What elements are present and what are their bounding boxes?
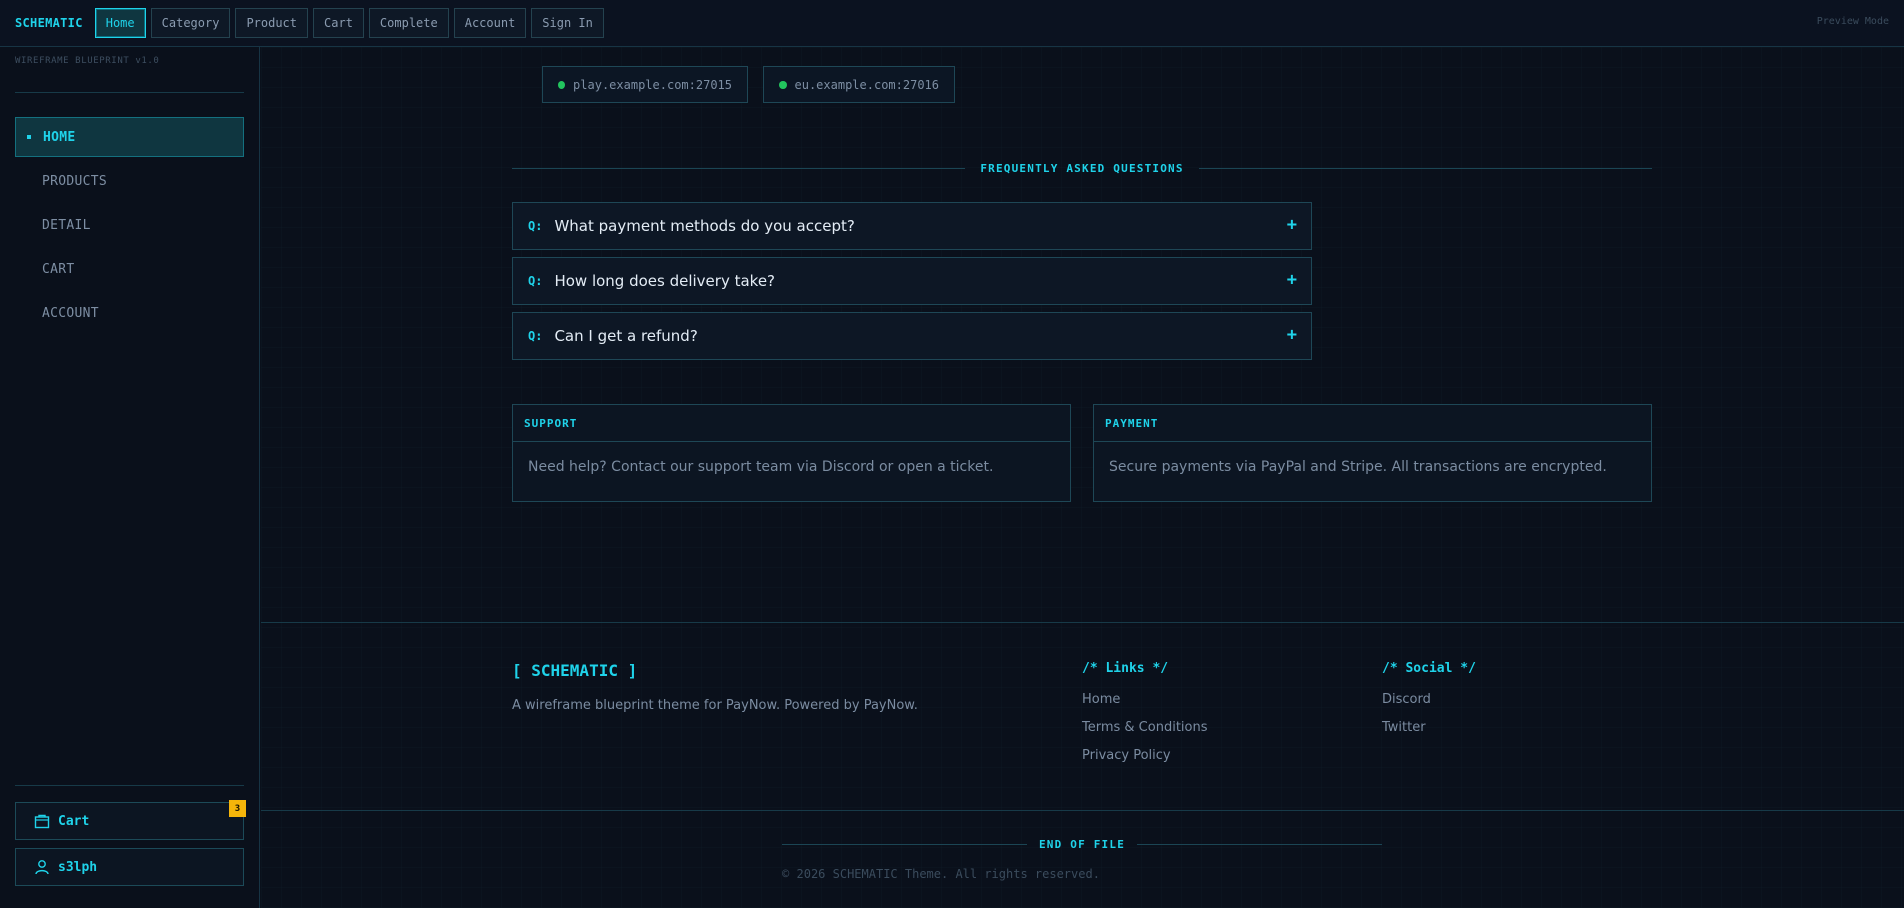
card-body: Need help? Contact our support team via … xyxy=(528,459,994,475)
card-title: PAYMENT xyxy=(1094,405,1651,442)
faq-heading: FREQUENTLY ASKED QUESTIONS xyxy=(980,161,1184,175)
faq-item[interactable]: Q: Can I get a refund? + xyxy=(512,312,1312,360)
user-icon xyxy=(35,860,49,875)
sidebar-item-label: DETAIL xyxy=(42,217,91,233)
server-address-chip[interactable]: eu.example.com:27016 xyxy=(763,66,955,103)
sidebar-item-label: HOME xyxy=(43,129,76,145)
preview-mode-label: Preview Mode xyxy=(1816,16,1889,27)
tab-account[interactable]: Account xyxy=(453,8,527,38)
expand-plus-icon: + xyxy=(1286,215,1297,235)
sidebar: WIREFRAME BLUEPRINT v1.0 HOME PRODUCTS D… xyxy=(0,47,260,908)
sidebar-divider xyxy=(15,92,244,93)
cart-label: Cart xyxy=(58,813,90,829)
username-label: s3lph xyxy=(58,859,98,875)
footer-link-home[interactable]: Home xyxy=(1082,692,1208,720)
sidebar-item-label: PRODUCTS xyxy=(42,173,108,189)
footer-divider xyxy=(261,810,1904,811)
faq-item[interactable]: Q: How long does delivery take? + xyxy=(512,257,1312,305)
sidebar-nav: HOME PRODUCTS DETAIL CART ACCOUNT xyxy=(15,117,244,337)
server-address: play.example.com:27015 xyxy=(573,77,732,92)
footer-divider xyxy=(261,622,1904,623)
footer-tagline: A wireframe blueprint theme for PayNow. … xyxy=(512,698,918,713)
main-content: play.example.com:27015 eu.example.com:27… xyxy=(261,47,1904,908)
sidebar-item-label: ACCOUNT xyxy=(42,305,99,321)
active-indicator xyxy=(27,135,31,139)
sidebar-item-cart[interactable]: CART xyxy=(15,249,244,289)
footer-social-column: /* Social */ Discord Twitter xyxy=(1382,661,1476,748)
faq-prefix: Q: xyxy=(528,329,543,343)
server-address-chip[interactable]: play.example.com:27015 xyxy=(542,66,748,103)
tab-complete[interactable]: Complete xyxy=(368,8,449,38)
eof-label: END OF FILE xyxy=(1038,837,1126,851)
sidebar-item-detail[interactable]: DETAIL xyxy=(15,205,244,245)
end-of-file-marker: END OF FILE xyxy=(782,836,1382,852)
footer-link-discord[interactable]: Discord xyxy=(1382,692,1476,720)
faq-prefix: Q: xyxy=(528,274,543,288)
payment-card: PAYMENT Secure payments via PayPal and S… xyxy=(1093,404,1652,502)
top-nav-tabs: Home Category Product Cart Complete Acco… xyxy=(94,8,604,38)
footer-links-heading: /* Links */ xyxy=(1082,661,1169,676)
faq-section-heading: FREQUENTLY ASKED QUESTIONS xyxy=(512,159,1653,177)
tab-cart[interactable]: Cart xyxy=(313,8,364,38)
divider-line xyxy=(1198,167,1653,169)
sidebar-item-home[interactable]: HOME xyxy=(15,117,244,157)
online-status-dot xyxy=(558,80,566,89)
tab-product[interactable]: Product xyxy=(235,8,309,38)
footer-link-twitter[interactable]: Twitter xyxy=(1382,720,1476,748)
footer-brand: [ SCHEMATIC ] xyxy=(512,661,638,680)
server-address: eu.example.com:27016 xyxy=(794,77,940,92)
faq-question: How long does delivery take? xyxy=(554,272,776,290)
faq-prefix: Q: xyxy=(528,219,543,233)
footer-link-privacy[interactable]: Privacy Policy xyxy=(1082,748,1208,776)
cart-count-badge: 3 xyxy=(229,800,246,817)
tab-category[interactable]: Category xyxy=(150,8,231,38)
divider-line xyxy=(1137,843,1382,845)
sidebar-cart-button[interactable]: Cart 3 xyxy=(15,800,246,840)
divider-line xyxy=(782,843,1027,845)
expand-plus-icon: + xyxy=(1286,325,1297,345)
sidebar-item-label: CART xyxy=(42,261,75,277)
card-title: SUPPORT xyxy=(513,405,1070,442)
faq-item[interactable]: Q: What payment methods do you accept? + xyxy=(512,202,1312,250)
footer-link-terms[interactable]: Terms & Conditions xyxy=(1082,720,1208,748)
divider-line xyxy=(512,167,966,169)
faq-question: Can I get a refund? xyxy=(554,327,698,345)
tab-sign-in[interactable]: Sign In xyxy=(531,8,604,38)
expand-plus-icon: + xyxy=(1286,270,1297,290)
support-card: SUPPORT Need help? Contact our support t… xyxy=(512,404,1071,502)
sidebar-user-button[interactable]: s3lph xyxy=(15,848,244,886)
card-body: Secure payments via PayPal and Stripe. A… xyxy=(1109,459,1607,475)
tab-home[interactable]: Home xyxy=(94,8,146,38)
brand-logo[interactable]: SCHEMATIC xyxy=(15,16,83,30)
sidebar-divider xyxy=(15,785,244,786)
footer-social-heading: /* Social */ xyxy=(1382,661,1476,676)
top-navbar: SCHEMATIC Home Category Product Cart Com… xyxy=(0,0,1904,47)
sidebar-caption: WIREFRAME BLUEPRINT v1.0 xyxy=(15,56,160,66)
copyright-text: © 2026 SCHEMATIC Theme. All rights reser… xyxy=(782,867,1100,881)
sidebar-item-account[interactable]: ACCOUNT xyxy=(15,293,244,333)
bag-icon xyxy=(34,814,50,829)
faq-question: What payment methods do you accept? xyxy=(554,217,855,235)
footer-links-column: /* Links */ Home Terms & Conditions Priv… xyxy=(1082,661,1208,776)
online-status-dot xyxy=(779,80,787,89)
sidebar-item-products[interactable]: PRODUCTS xyxy=(15,161,244,201)
